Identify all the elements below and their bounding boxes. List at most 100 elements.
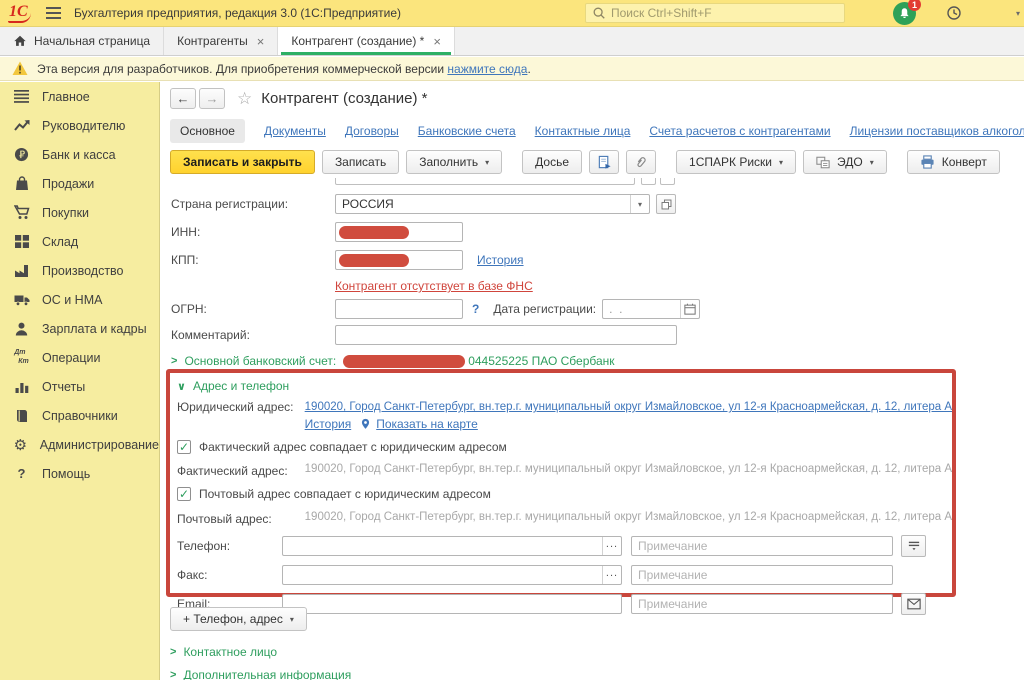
edo-button[interactable]: ЭДО▾ xyxy=(803,150,887,174)
reg-date-input[interactable] xyxy=(603,300,680,318)
tab-documents[interactable]: Документы xyxy=(264,124,326,138)
ogrn-input[interactable] xyxy=(335,299,463,319)
reg-date-field[interactable] xyxy=(602,299,700,319)
ogrn-help-icon[interactable]: ? xyxy=(472,302,479,316)
tab-alcohol-licenses[interactable]: Лицензии поставщиков алкогольной продукц… xyxy=(850,124,1024,138)
sidebar-item-sales[interactable]: Продажи xyxy=(0,169,159,198)
ellipsis-button[interactable]: ... xyxy=(602,537,621,555)
back-button[interactable]: ← xyxy=(170,88,196,109)
chevron-down-icon[interactable]: ▾ xyxy=(630,195,649,213)
fax-note-input[interactable] xyxy=(631,565,893,585)
send-sms-button[interactable] xyxy=(901,535,926,557)
dossier-button[interactable]: Досье xyxy=(522,150,582,174)
tab-contact-persons[interactable]: Контактные лица xyxy=(535,124,631,138)
global-search[interactable] xyxy=(585,3,845,23)
spark-risks-button[interactable]: 1СПАРК Риски▾ xyxy=(676,150,796,174)
sidebar-item-fixed-assets[interactable]: ОС и НМА xyxy=(0,285,159,314)
redacted-inn-value xyxy=(339,226,409,239)
show-on-map-link[interactable]: Показать на карте xyxy=(376,417,478,431)
address-phone-section-header[interactable]: Адрес и телефон xyxy=(193,379,289,393)
phone-field[interactable]: ... xyxy=(282,536,622,556)
sidebar-item-operations[interactable]: ДтКт Операции xyxy=(0,343,159,372)
fax-field[interactable]: ... xyxy=(282,565,622,585)
sidebar-item-manager[interactable]: Руководителю xyxy=(0,111,159,140)
comment-input[interactable] xyxy=(335,325,677,345)
buy-version-link[interactable]: нажмите сюда xyxy=(447,62,527,76)
sidebar-item-label: Продажи xyxy=(42,177,94,191)
tab-settlement-accounts[interactable]: Счета расчетов с контрагентами xyxy=(649,124,830,138)
tab-main[interactable]: Основное xyxy=(170,119,245,143)
fax-input[interactable] xyxy=(283,566,602,584)
sidebar-item-label: Помощь xyxy=(42,467,90,481)
attachments-button[interactable] xyxy=(626,150,656,174)
inn-field[interactable] xyxy=(335,222,463,242)
sidebar-item-warehouse[interactable]: Склад xyxy=(0,227,159,256)
legal-address-label: Юридический адрес: xyxy=(177,399,305,431)
email-note-input[interactable] xyxy=(631,594,893,614)
sidebar-item-catalogs[interactable]: Справочники xyxy=(0,401,159,430)
additional-info-section[interactable]: > Дополнительная информация xyxy=(170,668,351,680)
main-bank-account-label[interactable]: Основной банковский счет: xyxy=(184,354,336,368)
titlebar-menu-caret-icon[interactable]: ▾ xyxy=(1016,9,1020,18)
sidebar-item-bank-cash[interactable]: Банк и касса xyxy=(0,140,159,169)
envelope-label: Конверт xyxy=(942,155,987,169)
envelope-button[interactable]: Конверт xyxy=(907,150,1000,174)
notifications-bell-icon[interactable]: 1 xyxy=(893,2,916,25)
ellipsis-button[interactable]: ... xyxy=(602,566,621,584)
legal-address-link[interactable]: 190020, Город Санкт-Петербург, вн.тер.г.… xyxy=(305,401,952,413)
fns-missing-link[interactable]: Контрагент отсутствует в базе ФНС xyxy=(335,279,533,293)
create-based-on-button[interactable] xyxy=(589,150,619,174)
tab-contracts[interactable]: Договоры xyxy=(345,124,399,138)
favorite-star-icon[interactable]: ☆ xyxy=(237,89,252,109)
sidebar-item-label: Производство xyxy=(42,264,124,278)
bank-bic-name: 044525225 ПАО Сбербанк xyxy=(468,354,614,368)
warning-text-before: Эта версия для разработчиков. Для приобр… xyxy=(37,62,444,76)
edo-icon xyxy=(816,156,830,169)
save-button[interactable]: Записать xyxy=(322,150,399,174)
country-input[interactable] xyxy=(336,195,630,213)
sidebar-item-production[interactable]: Производство xyxy=(0,256,159,285)
chevron-expanded-icon[interactable]: ∨ xyxy=(177,380,186,393)
actual-matches-checkbox[interactable]: ✓ xyxy=(177,440,191,454)
sidebar-item-purchases[interactable]: Покупки xyxy=(0,198,159,227)
kpp-history-link[interactable]: История xyxy=(477,253,524,267)
calendar-icon[interactable] xyxy=(680,300,699,318)
sidebar-item-label: Отчеты xyxy=(42,380,85,394)
search-input[interactable] xyxy=(611,6,838,20)
kpp-field[interactable] xyxy=(335,250,463,270)
add-phone-address-label: + Телефон, адрес xyxy=(183,612,283,626)
save-and-close-button[interactable]: Записать и закрыть xyxy=(170,150,315,174)
postal-matches-checkbox[interactable]: ✓ xyxy=(177,487,191,501)
close-icon[interactable]: × xyxy=(433,35,441,48)
sidebar-item-administration[interactable]: ⚙ Администрирование xyxy=(0,430,159,459)
fill-button[interactable]: Заполнить▾ xyxy=(406,150,502,174)
shopping-cart-icon xyxy=(13,204,30,221)
phone-input[interactable] xyxy=(283,537,602,555)
paperclip-icon xyxy=(634,155,648,170)
tab-bank-accounts[interactable]: Банковские счета xyxy=(418,124,516,138)
window-tabbar: Начальная страница Контрагенты × Контраг… xyxy=(0,27,1024,56)
sidebar-item-help[interactable]: ? Помощь xyxy=(0,459,159,488)
email-input[interactable] xyxy=(282,594,622,614)
dt-kt-icon: ДтКт xyxy=(13,349,30,366)
add-phone-address-button[interactable]: + Телефон, адрес ▾ xyxy=(170,607,307,631)
sidebar-item-reports[interactable]: Отчеты xyxy=(0,372,159,401)
country-field[interactable]: ▾ xyxy=(335,194,650,214)
form-nav-tabs: Основное Документы Договоры Банковские с… xyxy=(170,119,1024,143)
tab-contractors[interactable]: Контрагенты × xyxy=(164,27,278,55)
close-icon[interactable]: × xyxy=(257,35,265,48)
sidebar-item-salary-hr[interactable]: Зарплата и кадры xyxy=(0,314,159,343)
chevron-right-icon[interactable]: > xyxy=(171,355,177,367)
open-country-button[interactable] xyxy=(656,194,676,214)
address-history-link[interactable]: История xyxy=(305,417,352,431)
contact-person-section[interactable]: > Контактное лицо xyxy=(170,645,277,659)
tab-contractor-create[interactable]: Контрагент (создание) * × xyxy=(278,27,455,55)
history-icon[interactable] xyxy=(946,5,962,21)
forward-button[interactable]: → xyxy=(199,88,225,109)
tab-home[interactable]: Начальная страница xyxy=(0,27,164,55)
main-menu-icon[interactable] xyxy=(46,7,61,19)
chevron-right-icon: > xyxy=(170,646,176,658)
phone-note-input[interactable] xyxy=(631,536,893,556)
sidebar-item-main[interactable]: Главное xyxy=(0,82,159,111)
send-email-button[interactable] xyxy=(901,593,926,615)
